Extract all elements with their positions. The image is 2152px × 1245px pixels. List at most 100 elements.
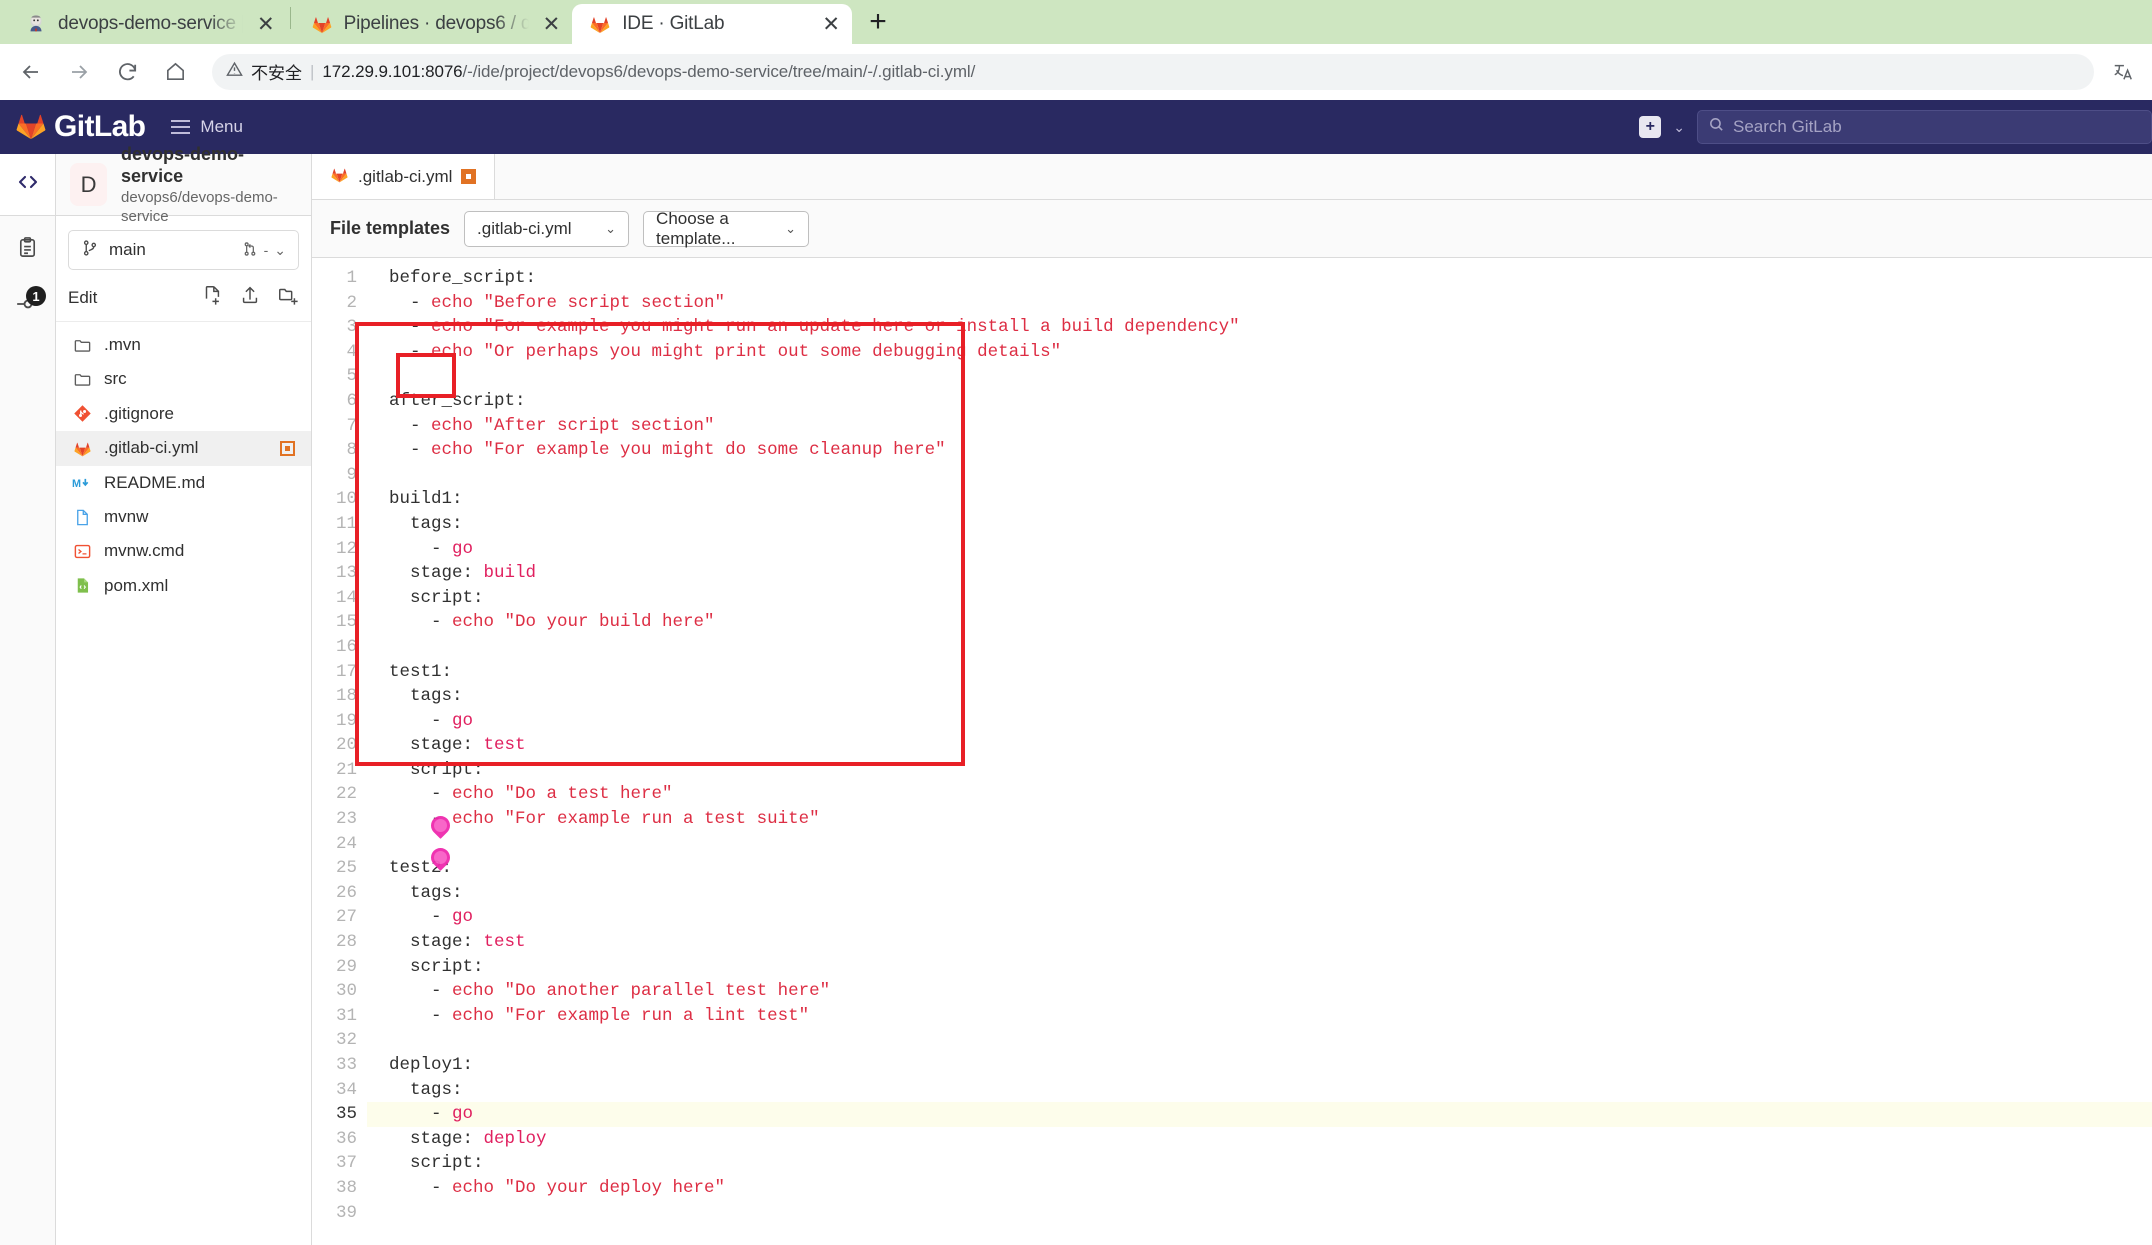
project-header[interactable]: D devops-demo-service devops6/devops-dem… <box>56 144 311 225</box>
code-line[interactable]: - echo "Do a test here" <box>367 782 2152 807</box>
code-line[interactable]: deploy1: <box>367 1053 2152 1078</box>
code-flow: 1 2 3 4 5 6 7 8 9 10 11 12 13 14 15 16 17 18 19 20 21 22 23 24 2… <box>312 258 2152 1225</box>
code-line[interactable] <box>367 463 2152 488</box>
gitlab-icon <box>588 12 612 36</box>
choose-template-select[interactable]: Choose a template... ⌄ <box>643 209 810 248</box>
line-number: 5 <box>346 366 357 387</box>
code-token: - <box>389 907 453 928</box>
code-line[interactable] <box>367 1028 2152 1053</box>
back-icon[interactable] <box>14 55 48 89</box>
code-line[interactable]: stage: build <box>367 561 2152 586</box>
code-line[interactable]: tags: <box>367 684 2152 709</box>
code-line[interactable]: test2: <box>367 856 2152 881</box>
code-line[interactable]: test1: <box>367 660 2152 685</box>
code-line[interactable] <box>367 1201 2152 1226</box>
code-line[interactable]: tags: <box>367 881 2152 906</box>
code-line[interactable]: tags: <box>367 512 2152 537</box>
translate-icon[interactable] <box>2108 57 2138 87</box>
close-icon[interactable]: ✕ <box>543 14 561 35</box>
branch-selector[interactable]: main - ⌄ <box>68 230 299 270</box>
main-menu-button[interactable]: Menu <box>171 117 243 137</box>
line-number: 9 <box>346 464 357 485</box>
search-placeholder: Search GitLab <box>1733 117 1842 136</box>
new-folder-icon[interactable] <box>277 284 299 311</box>
code-line[interactable]: tags: <box>367 1078 2152 1103</box>
code-line[interactable]: before_script: <box>367 266 2152 291</box>
modified-square-badge <box>280 440 295 456</box>
code-line[interactable]: script: <box>367 586 2152 611</box>
code-line[interactable] <box>367 832 2152 857</box>
code-line[interactable]: stage: test <box>367 930 2152 955</box>
rail-item-edit-code[interactable] <box>0 154 55 216</box>
line-number: 33 <box>335 1055 357 1075</box>
chevron-down-icon: ⌄ <box>605 220 617 236</box>
code-editor[interactable]: 1 2 3 4 5 6 7 8 9 10 11 12 13 14 15 16 17 18 19 20 21 22 23 24 2… <box>312 258 2152 1245</box>
code-line[interactable]: script: <box>367 955 2152 980</box>
code-line[interactable] <box>367 635 2152 660</box>
forward-icon[interactable] <box>62 55 96 89</box>
tree-item-mvnw-cmd[interactable]: mvnw.cmd <box>56 534 311 568</box>
code-content[interactable]: before_script: - echo "Before script sec… <box>367 258 2152 1225</box>
close-icon[interactable]: ✕ <box>822 14 840 35</box>
search-icon <box>1708 116 1725 138</box>
code-line[interactable]: script: <box>367 1151 2152 1176</box>
browser-tab-ide-gitlab[interactable]: IDE · GitLab ✕ <box>572 4 852 44</box>
code-line[interactable] <box>367 364 2152 389</box>
code-line[interactable]: - go <box>367 905 2152 930</box>
code-line[interactable]: - echo "Do your build here" <box>367 610 2152 635</box>
code-line[interactable]: after_script: <box>367 389 2152 414</box>
line-number: 17 <box>335 661 357 682</box>
reload-icon[interactable] <box>110 55 144 89</box>
code-line[interactable]: - echo "After script section" <box>367 414 2152 439</box>
search-input[interactable]: Search GitLab <box>1697 110 2152 144</box>
modified-square-badge[interactable] <box>461 169 477 184</box>
code-line[interactable]: - echo "For example run a test suite" <box>367 807 2152 832</box>
tree-item-gitlab-ci-yml[interactable]: .gitlab-ci.yml <box>56 431 311 466</box>
code-line[interactable]: - echo "For example run a lint test" <box>367 1004 2152 1029</box>
address-bar[interactable]: 不安全 | 172.29.9.101:8076/-/ide/project/de… <box>212 53 2094 90</box>
code-line[interactable]: - echo "Do another parallel test here" <box>367 979 2152 1004</box>
file-type-select[interactable]: .gitlab-ci.yml ⌄ <box>464 210 630 247</box>
close-icon[interactable]: ✕ <box>257 14 275 35</box>
browser-tab-jenkins[interactable]: devops-demo-service [Jenkins ✕ <box>8 4 287 44</box>
code-line[interactable]: - echo "Or perhaps you might print out s… <box>367 340 2152 365</box>
code-token: tags: <box>389 882 463 903</box>
project-sidebar: D devops-demo-service devops6/devops-dem… <box>56 144 312 1245</box>
avatar: D <box>70 163 108 206</box>
browser-tab-pipelines[interactable]: Pipelines · devops6 / devops-d ✕ <box>294 4 573 44</box>
chevron-down-icon[interactable]: ⌄ <box>1673 119 1685 136</box>
code-line[interactable]: stage: test <box>367 733 2152 758</box>
code-line[interactable]: - echo "For example you might do some cl… <box>367 438 2152 463</box>
tree-item-src-folder[interactable]: src <box>56 362 311 396</box>
home-icon[interactable] <box>158 55 192 89</box>
code-line[interactable]: - go <box>367 709 2152 734</box>
rail-item-commit-changes[interactable]: 1 <box>0 278 55 334</box>
line-number: 27 <box>335 907 357 928</box>
code-line[interactable]: stage: deploy <box>367 1127 2152 1152</box>
line-number: 24 <box>335 833 357 854</box>
tree-item-mvn-folder[interactable]: .mvn <box>56 328 311 362</box>
gitlab-logo[interactable]: GitLab <box>14 108 146 147</box>
create-new-button[interactable]: + <box>1639 116 1662 138</box>
tree-item-mvnw[interactable]: mvnw <box>56 500 311 534</box>
code-line[interactable]: build1: <box>367 487 2152 512</box>
tree-item-readme-md[interactable]: M README.md <box>56 466 311 500</box>
line-number: 10 <box>335 489 357 510</box>
code-line[interactable]: - echo "Do your deploy here" <box>367 1176 2152 1201</box>
upload-icon[interactable] <box>239 284 261 311</box>
line-number: 37 <box>335 1153 357 1174</box>
code-line[interactable]: - echo "Before script section" <box>367 291 2152 316</box>
code-line[interactable]: - echo "For example you might run an upd… <box>367 315 2152 340</box>
editor-tab-gitlab-ci-yml[interactable]: .gitlab-ci.yml <box>312 154 496 199</box>
code-line[interactable]: - go <box>367 1102 2152 1127</box>
tree-item-label: src <box>104 369 127 389</box>
new-file-icon[interactable] <box>201 284 223 311</box>
code-line[interactable]: - go <box>367 537 2152 562</box>
new-tab-button[interactable]: + <box>858 2 898 42</box>
code-line[interactable]: script: <box>367 758 2152 783</box>
rail-item-review-changes[interactable] <box>0 222 55 278</box>
git-icon <box>72 404 92 424</box>
merge-request-indicator[interactable]: - ⌄ <box>242 241 286 260</box>
tree-item-gitignore[interactable]: .gitignore <box>56 397 311 431</box>
tree-item-pom-xml[interactable]: pom.xml <box>56 569 311 603</box>
